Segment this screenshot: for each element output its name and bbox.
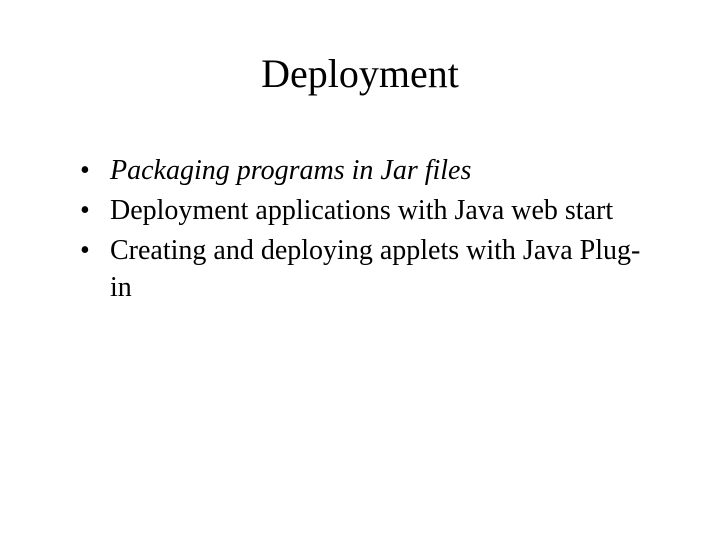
bullet-text: Creating and deploying applets with Java… (110, 235, 640, 304)
list-item: Deployment applications with Java web st… (80, 192, 660, 230)
list-item: Packaging programs in Jar files (80, 152, 660, 190)
slide-container: Deployment Packaging programs in Jar fil… (0, 0, 720, 540)
bullet-text: Deployment applications with Java web st… (110, 195, 613, 226)
list-item: Creating and deploying applets with Java… (80, 232, 660, 308)
bullet-list: Packaging programs in Jar files Deployme… (60, 152, 660, 307)
slide-title: Deployment (60, 50, 660, 97)
bullet-text: Packaging programs in Jar files (110, 155, 471, 186)
